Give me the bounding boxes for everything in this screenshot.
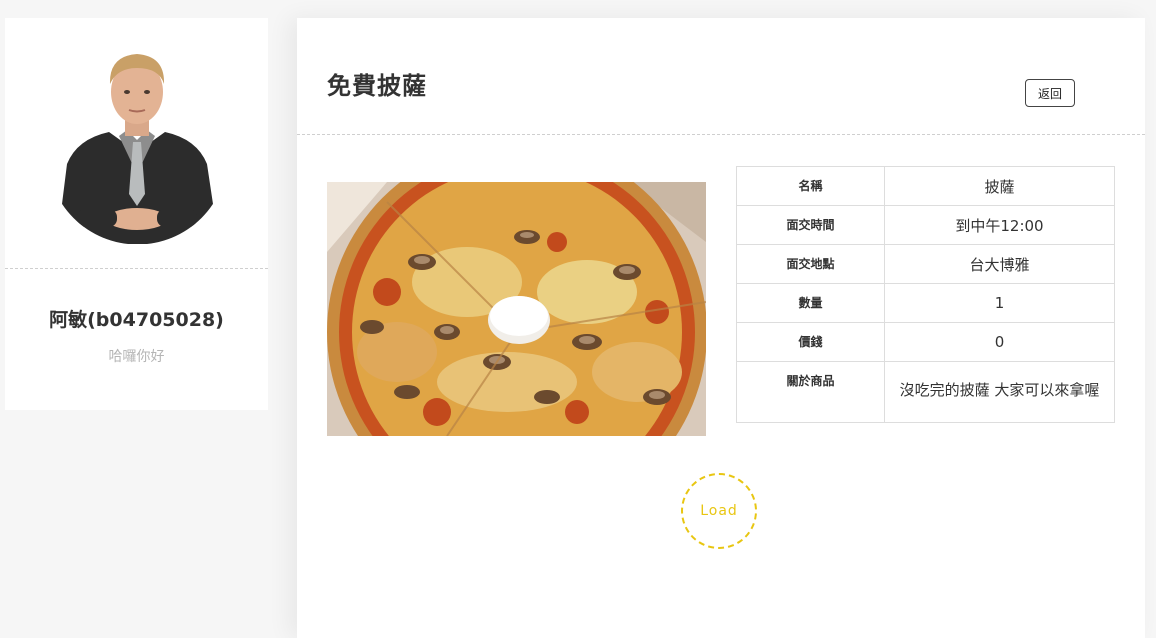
detail-label: 價錢 <box>736 322 885 362</box>
profile-card: 阿敏(b04705028) 哈囉你好 <box>5 18 268 410</box>
page-title: 免費披薩 <box>327 72 427 100</box>
detail-label: 數量 <box>736 283 885 323</box>
detail-label: 名稱 <box>736 166 885 206</box>
detail-label: 面交地點 <box>736 244 885 284</box>
detail-row-quantity: 數量 1 <box>736 283 1115 323</box>
detail-label: 面交時間 <box>736 205 885 245</box>
detail-value: 1 <box>884 283 1115 323</box>
pizza-image <box>327 182 706 436</box>
detail-value: 0 <box>884 322 1115 362</box>
detail-row-meeting-place: 面交地點 台大博雅 <box>736 244 1115 284</box>
detail-row-name: 名稱 披薩 <box>736 166 1115 206</box>
profile-name: 阿敏(b04705028) <box>49 309 224 331</box>
avatar <box>47 44 228 244</box>
detail-row-price: 價錢 0 <box>736 322 1115 362</box>
detail-row-about: 關於商品 沒吃完的披薩 大家可以來拿喔 <box>736 361 1115 423</box>
detail-value: 台大博雅 <box>884 244 1115 284</box>
item-details-table: 名稱 披薩 面交時間 到中午12:00 面交地點 台大博雅 數量 1 價錢 0 … <box>736 166 1115 423</box>
item-detail-card: 免費披薩 返回 名稱 披薩 面交時間 到中午12:00 面交地點 台大博雅 數量… <box>297 18 1145 638</box>
back-button[interactable]: 返回 <box>1025 79 1075 107</box>
profile-greeting: 哈囉你好 <box>108 349 165 365</box>
detail-value: 披薩 <box>884 166 1115 206</box>
card-header: 免費披薩 返回 <box>297 18 1145 135</box>
avatar-section <box>5 18 268 269</box>
detail-value: 沒吃完的披薩 大家可以來拿喔 <box>884 361 1115 423</box>
load-button[interactable]: Load <box>681 473 757 549</box>
detail-label: 關於商品 <box>736 361 885 423</box>
detail-value: 到中午12:00 <box>884 205 1115 245</box>
detail-row-meeting-time: 面交時間 到中午12:00 <box>736 205 1115 245</box>
